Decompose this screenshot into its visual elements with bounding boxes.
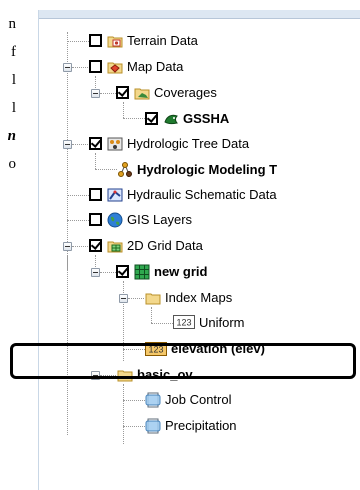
tree-connector — [123, 102, 124, 118]
grid-data-checkbox[interactable] — [89, 239, 102, 252]
tree-connector — [67, 220, 89, 221]
doc-line: n — [8, 16, 17, 32]
terrain-data-icon — [107, 33, 123, 49]
map-data-expander[interactable] — [63, 63, 72, 72]
tree-connector — [123, 384, 124, 444]
doc-line: l — [11, 72, 16, 88]
doc-line: n — [7, 128, 16, 144]
hydrologic-tree-checkbox[interactable] — [89, 137, 102, 150]
new-grid-expander[interactable] — [91, 268, 100, 277]
map-data-checkbox[interactable] — [89, 60, 102, 73]
hydrologic-tree-expander[interactable] — [63, 140, 72, 149]
folder-icon — [145, 290, 161, 306]
document-text-column: n f l l n o — [0, 10, 16, 178]
hydrologic-model-icon — [117, 162, 133, 178]
map-data-icon — [107, 59, 123, 75]
gssha-checkbox[interactable] — [145, 112, 158, 125]
grid-data-icon — [107, 238, 123, 254]
gis-globe-icon — [107, 212, 123, 228]
terrain-data-checkbox[interactable] — [89, 34, 102, 47]
doc-line: f — [11, 44, 16, 60]
highlight-callout-box — [10, 343, 356, 379]
tree-connector — [72, 144, 88, 145]
hydraulic-schematic-checkbox[interactable] — [89, 188, 102, 201]
doc-line: o — [8, 156, 17, 172]
tree-connector — [100, 93, 116, 94]
tree-connector — [95, 153, 96, 169]
tree-item-gis-layers[interactable]: GIS Layers — [127, 212, 192, 228]
tree-connector — [72, 67, 88, 68]
index-maps-expander[interactable] — [119, 294, 128, 303]
tree-item-coverages[interactable]: Coverages — [154, 85, 217, 101]
coverages-folder-icon — [134, 85, 150, 101]
tree-item-2d-grid-data[interactable]: 2D Grid Data — [127, 238, 203, 254]
tree-connector — [67, 195, 89, 196]
tree-connector — [72, 246, 88, 247]
tree-item-hydrologic-modeling[interactable]: Hydrologic Modeling T — [137, 162, 277, 178]
coverages-expander[interactable] — [91, 89, 100, 98]
coverages-checkbox[interactable] — [116, 86, 129, 99]
tree-connector — [123, 400, 145, 401]
tree-connector — [123, 426, 145, 427]
tree-item-job-control[interactable]: Job Control — [165, 392, 231, 408]
tree-connector — [123, 118, 145, 119]
tree-connector — [95, 169, 117, 170]
tree-connector — [151, 307, 152, 323]
tree-item-hydrologic-tree-data[interactable]: Hydrologic Tree Data — [127, 136, 249, 152]
dataset-123-icon: 123 — [173, 315, 195, 331]
tree-item-terrain-data[interactable]: Terrain Data — [127, 33, 198, 49]
tree-item-precipitation[interactable]: Precipitation — [165, 418, 237, 434]
tree-item-uniform[interactable]: Uniform — [199, 315, 245, 331]
precipitation-icon — [145, 418, 161, 434]
tree-header-strip — [39, 10, 360, 19]
tree-connector — [151, 323, 173, 324]
hydrologic-tree-icon — [107, 136, 123, 152]
grid-icon — [134, 264, 150, 280]
tree-item-map-data[interactable]: Map Data — [127, 59, 183, 75]
hydraulic-schematic-icon — [107, 187, 123, 203]
svg-text:123: 123 — [176, 318, 191, 328]
tree-connector — [100, 272, 116, 273]
tree-connector — [67, 41, 89, 42]
new-grid-checkbox[interactable] — [116, 265, 129, 278]
project-explorer-tree: Terrain Data Map Data Coverages GSSHA Hy… — [38, 10, 360, 490]
tree-item-gssha[interactable]: GSSHA — [183, 111, 229, 127]
tree-connector — [128, 298, 144, 299]
tree-item-hydraulic-schematic[interactable]: Hydraulic Schematic Data — [127, 187, 277, 203]
gis-layers-checkbox[interactable] — [89, 213, 102, 226]
tree-item-new-grid[interactable]: new grid — [154, 264, 207, 280]
grid-data-expander[interactable] — [63, 242, 72, 251]
tree-item-index-maps[interactable]: Index Maps — [165, 290, 232, 306]
doc-line: l — [11, 100, 16, 116]
job-control-icon — [145, 392, 161, 408]
gssha-coverage-icon — [163, 111, 179, 127]
